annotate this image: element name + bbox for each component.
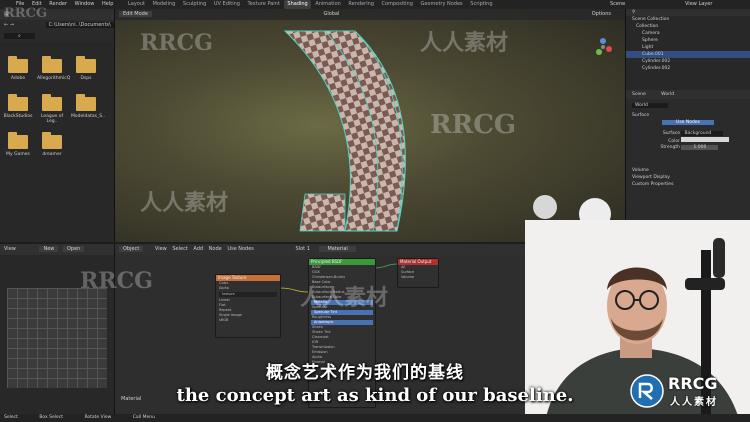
status-call-menu: Call Menu — [132, 415, 155, 420]
tab-uv-editing[interactable]: UV Editing — [211, 0, 243, 9]
world-name-field[interactable]: World — [632, 103, 668, 108]
outliner-panel: ⚲ Scene Collection Collection Camera Sph… — [625, 9, 750, 90]
navigation-gizmo[interactable] — [591, 35, 615, 59]
folder-item[interactable]: Modeldatas_S.. — [71, 94, 105, 119]
surface-dropdown[interactable]: Background — [681, 131, 724, 136]
open-image-button[interactable]: Open — [62, 246, 85, 252]
watermark-logo: RRCG — [4, 6, 48, 21]
view-layer-field[interactable]: View Layer — [685, 0, 712, 9]
watermark: RRCG — [80, 268, 153, 294]
watermark: 人人素材 — [420, 30, 509, 56]
search-bar: ⌕ — [0, 31, 114, 42]
folder-icon — [8, 56, 28, 73]
rrcg-logo: RRCG 人人素材 — [630, 372, 750, 412]
folder-icon — [76, 56, 96, 73]
outliner-item-sphere[interactable]: Sphere — [626, 37, 750, 44]
menu-help[interactable]: Help — [102, 1, 113, 7]
subtitle-english: the concept art as kind of our baseline. — [176, 385, 574, 406]
scene-field[interactable]: Scene — [610, 0, 625, 9]
path-field[interactable]: C:\Users\ni..\Documents\ — [45, 22, 114, 28]
outliner-header: ⚲ — [626, 9, 750, 16]
use-nodes-button[interactable]: Use Nodes — [662, 120, 714, 125]
tab-scene[interactable]: Scene — [632, 92, 646, 97]
filter-icon[interactable]: ⚲ — [632, 10, 635, 15]
folder-item[interactable]: BlackStudios — [3, 94, 33, 119]
back-arrow-icon[interactable]: ← → — [4, 22, 14, 28]
menu-window[interactable]: Window — [75, 1, 95, 7]
folder-icon — [42, 94, 62, 111]
folder-icon — [8, 94, 28, 111]
folder-item[interactable]: dreamer — [37, 132, 67, 157]
tab-shading[interactable]: Shading — [284, 0, 311, 9]
folder-item[interactable]: AllegorithmicQ — [37, 56, 70, 81]
file-browser-panel: ▤ ← → C:\Users\ni..\Documents\ ⌕ Adobe A… — [0, 9, 115, 242]
tab-animation[interactable]: Animation — [312, 0, 344, 9]
tab-scripting[interactable]: Scripting — [467, 0, 495, 9]
outliner-item-cylinder-2[interactable]: Cylinder.002 — [626, 65, 750, 72]
watermark: 人人素材 — [140, 190, 229, 216]
status-bar: Select Box Select Rotate View Call Menu — [0, 414, 750, 422]
watermark: RRCG — [140, 30, 213, 56]
menu-render[interactable]: Render — [49, 1, 67, 7]
top-menu-bar: File Edit Render Window Help Layout Mode… — [0, 0, 750, 9]
custom-properties-section[interactable]: Custom Properties — [626, 181, 750, 188]
watermark: RRCG — [430, 110, 517, 140]
tab-modeling[interactable]: Modeling — [150, 0, 179, 9]
new-image-button[interactable]: New — [39, 246, 59, 252]
tab-sculpting[interactable]: Sculpting — [180, 0, 209, 9]
folder-icon — [42, 132, 62, 149]
view-menu[interactable]: View — [4, 246, 16, 252]
outliner-title: Scene Collection — [632, 17, 670, 22]
folder-item[interactable]: Adobe — [3, 56, 33, 81]
folder-icon — [76, 94, 96, 111]
outliner-item-light[interactable]: Light — [626, 44, 750, 51]
properties-tabs: Scene World — [626, 90, 750, 99]
folder-item[interactable]: My Games — [3, 132, 33, 157]
folder-icon — [42, 56, 62, 73]
image-texture-node[interactable]: Image Texture Color Alpha texture Linear Fl… — [215, 274, 281, 338]
tab-geometry-nodes[interactable]: Geometry Nodes — [417, 0, 465, 9]
folder-icon — [8, 132, 28, 149]
uv-grid[interactable] — [7, 288, 107, 388]
hdri-sphere — [533, 195, 557, 219]
search-input[interactable]: ⌕ — [4, 33, 35, 39]
path-bar: ← → C:\Users\ni..\Documents\ — [0, 20, 114, 31]
outliner-item-camera[interactable]: Camera — [626, 30, 750, 37]
properties-panel: Scene World World Surface Use Nodes Surf… — [625, 90, 750, 220]
folder-item[interactable]: Dsps — [71, 56, 101, 81]
outliner-item-collection[interactable]: Collection — [626, 23, 750, 30]
status-rotate-view: Rotate View — [84, 415, 112, 420]
strength-field[interactable]: 1.000 — [681, 145, 719, 150]
watermark: 人人素材 — [300, 285, 389, 311]
subtitle-chinese: 概念艺术作为我们的基线 — [266, 363, 464, 383]
status-box-select: Box Select — [39, 415, 64, 420]
tab-compositing[interactable]: Compositing — [379, 0, 416, 9]
outliner-item-cube[interactable]: Cube.001 — [626, 51, 750, 58]
tab-rendering[interactable]: Rendering — [345, 0, 377, 9]
material-output-node[interactable]: Material Output All Surface Volume — [397, 258, 439, 288]
color-swatch[interactable] — [681, 137, 730, 142]
image-editor-header: View New Open — [0, 244, 114, 255]
tab-texture-paint[interactable]: Texture Paint — [245, 0, 283, 9]
folder-item[interactable]: League of Leg.. — [37, 94, 67, 124]
surface-section[interactable]: Surface — [626, 112, 750, 119]
tab-world[interactable]: World — [661, 92, 674, 97]
viewport-display-section[interactable]: Viewport Display — [626, 174, 750, 181]
outliner-item-cylinder[interactable]: Cylinder.002 — [626, 58, 750, 65]
logo-emblem-icon — [630, 374, 664, 408]
tab-layout[interactable]: Layout — [125, 0, 148, 9]
volume-section[interactable]: Volume — [626, 167, 750, 174]
status-select: Select — [4, 415, 18, 420]
